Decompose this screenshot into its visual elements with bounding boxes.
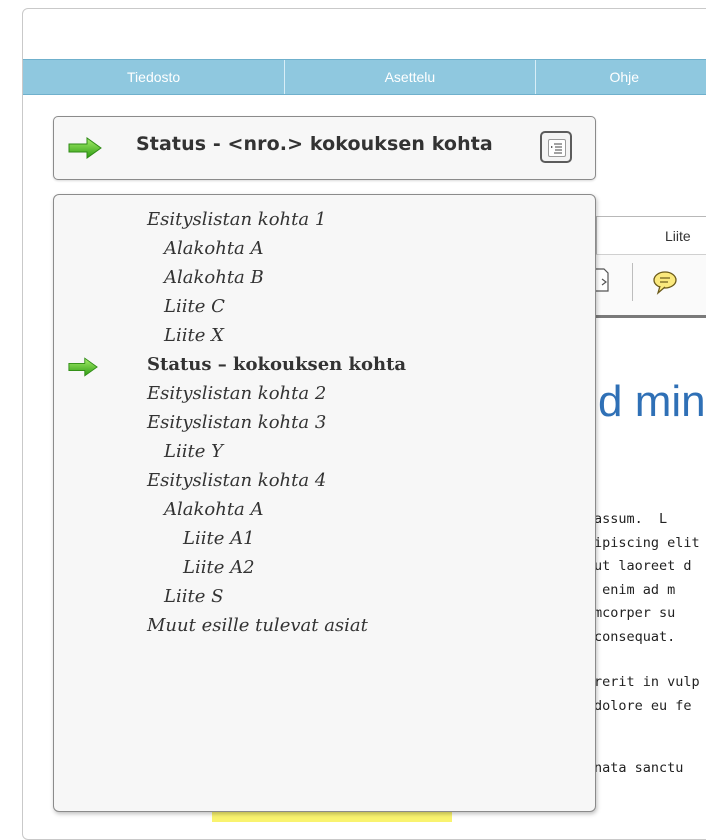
agenda-item[interactable]: Esityslistan kohta 1: [54, 205, 595, 234]
agenda-item[interactable]: Liite Y: [54, 437, 595, 466]
agenda-item-label: Liite X: [164, 325, 224, 346]
agenda-item[interactable]: Liite X: [54, 321, 595, 350]
agenda-item-current[interactable]: Status – kokouksen kohta: [54, 350, 595, 379]
menu-item-asettelu[interactable]: Asettelu: [285, 60, 536, 94]
agenda-item[interactable]: Esityslistan kohta 4: [54, 466, 595, 495]
status-header[interactable]: Status - <nro.> kokouksen kohta: [53, 116, 596, 180]
document-line: consequat.: [594, 628, 676, 645]
agenda-item-label: Liite S: [164, 586, 224, 607]
tab-attachment-label: Liite: [665, 228, 691, 244]
list-icon: [548, 139, 566, 157]
agenda-item[interactable]: Liite S: [54, 582, 595, 611]
agenda-item-label: Status – kokouksen kohta: [147, 354, 407, 375]
agenda-item[interactable]: Alakohta A: [54, 495, 595, 524]
page-icon[interactable]: [596, 267, 610, 293]
agenda-dropdown: Esityslistan kohta 1 Alakohta A Alakohta B…: [53, 194, 596, 812]
green-arrow-icon: [68, 137, 102, 159]
current-item-arrow-icon: [68, 357, 98, 377]
agenda-item-label: Alakohta B: [164, 267, 264, 288]
document-body: assum. L ipiscing elit ut laoreet d enim a…: [594, 508, 706, 781]
menu-item-tiedosto[interactable]: Tiedosto: [23, 60, 286, 94]
menu-bar: Tiedosto Asettelu Ohje: [23, 59, 706, 95]
agenda-item-label: Alakohta A: [164, 499, 264, 520]
document-toolbar: [596, 254, 706, 318]
agenda-item-label: Liite A2: [183, 557, 255, 578]
document-line: mcorper su: [594, 605, 676, 621]
agenda-item-label: Esityslistan kohta 2: [147, 383, 327, 404]
agenda-item[interactable]: Liite C: [54, 292, 595, 321]
status-title: Status - <nro.> kokouksen kohta: [136, 133, 493, 155]
toolbar-divider: [632, 263, 633, 301]
document-line: dolore eu fe: [594, 697, 692, 714]
document-line: nata sanctu: [594, 760, 684, 776]
agenda-item[interactable]: Esityslistan kohta 3: [54, 408, 595, 437]
menu-item-ohje[interactable]: Ohje: [536, 60, 706, 94]
agenda-item[interactable]: Alakohta A: [54, 234, 595, 263]
agenda-item[interactable]: Muut esille tulevat asiat: [54, 611, 595, 640]
agenda-item[interactable]: Liite A1: [54, 524, 595, 553]
document-line: enim ad m: [594, 581, 676, 598]
document-line: ipiscing elit: [594, 534, 700, 551]
agenda-list: Esityslistan kohta 1 Alakohta A Alakohta B…: [54, 205, 595, 640]
agenda-item[interactable]: Esityslistan kohta 2: [54, 379, 595, 408]
agenda-item[interactable]: Alakohta B: [54, 263, 595, 292]
document-line: rerit in vulp: [594, 674, 700, 690]
agenda-item-label: Muut esille tulevat asiat: [147, 615, 368, 636]
document-title: d min: [598, 377, 706, 426]
agenda-item-label: Esityslistan kohta 4: [147, 470, 327, 491]
tab-attachment[interactable]: Liite: [596, 216, 706, 255]
agenda-item-label: Liite C: [164, 296, 225, 317]
comment-icon[interactable]: [652, 269, 680, 295]
agenda-list-button[interactable]: [540, 131, 572, 163]
agenda-item-label: Alakohta A: [164, 238, 264, 259]
document-line: assum. L: [594, 511, 668, 527]
agenda-item-label: Esityslistan kohta 1: [147, 209, 327, 230]
agenda-item[interactable]: Liite A2: [54, 553, 595, 582]
agenda-item-label: Esityslistan kohta 3: [147, 412, 327, 433]
document-line: ut laoreet d: [594, 558, 692, 574]
agenda-item-label: Liite Y: [164, 441, 223, 462]
agenda-item-label: Liite A1: [183, 528, 255, 549]
